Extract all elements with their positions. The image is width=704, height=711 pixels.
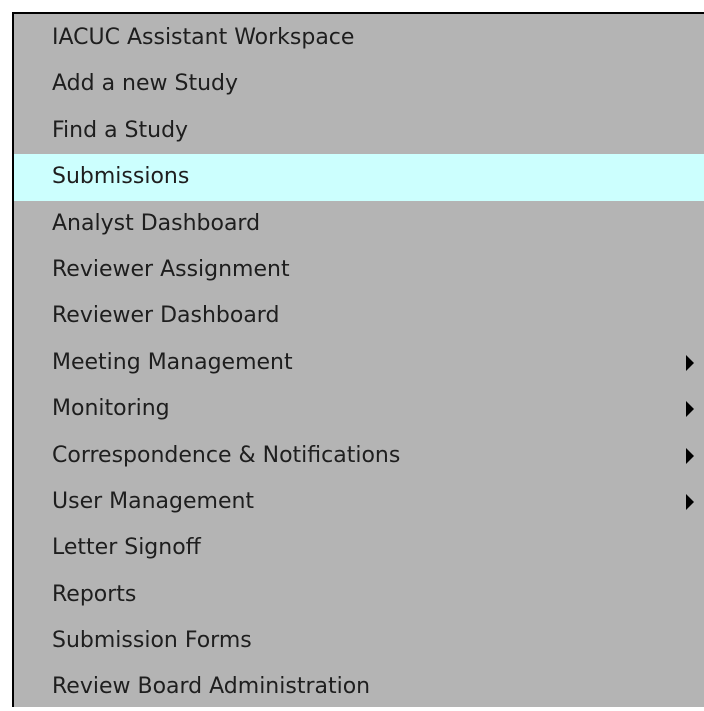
menu-item-label: Analyst Dashboard (52, 210, 261, 236)
menu-item-iacuc-assistant-workspace[interactable]: IACUC Assistant Workspace (14, 15, 704, 61)
menu-item-analyst-dashboard[interactable]: Analyst Dashboard (14, 201, 704, 247)
menu-item-add-new-study[interactable]: Add a new Study (14, 61, 704, 107)
menu-item-label: Meeting Management (52, 349, 293, 375)
menu-item-reviewer-dashboard[interactable]: Reviewer Dashboard (14, 293, 704, 339)
menu-item-reviewer-assignment[interactable]: Reviewer Assignment (14, 247, 704, 293)
menu-item-submission-forms[interactable]: Submission Forms (14, 618, 704, 664)
navigation-menu: IACUC Assistant Workspace Add a new Stud… (12, 12, 704, 707)
menu-item-submissions[interactable]: Submissions (14, 154, 704, 201)
menu-item-label: Letter Signoff (52, 535, 201, 561)
submenu-arrow-icon (686, 494, 694, 511)
menu-item-letter-signoff[interactable]: Letter Signoff (14, 525, 704, 571)
menu-item-label: User Management (52, 488, 255, 514)
menu-item-label: Find a Study (52, 117, 189, 143)
submenu-arrow-icon (686, 354, 694, 371)
menu-item-label: Correspondence & Notifications (52, 442, 401, 468)
submenu-arrow-icon (686, 447, 694, 464)
menu-item-reports[interactable]: Reports (14, 572, 704, 618)
menu-item-label: Monitoring (52, 396, 170, 422)
menu-item-label: Add a new Study (52, 71, 239, 97)
menu-item-label: Review Board Administration (52, 674, 371, 700)
menu-item-label: Reviewer Dashboard (52, 303, 280, 329)
menu-item-label: IACUC Assistant Workspace (52, 25, 355, 50)
menu-item-find-study[interactable]: Find a Study (14, 108, 704, 154)
menu-item-monitoring[interactable]: Monitoring (14, 386, 704, 432)
menu-item-label: Reports (52, 581, 137, 607)
submenu-arrow-icon (686, 401, 694, 418)
menu-item-user-management[interactable]: User Management (14, 479, 704, 525)
menu-item-label: Submissions (52, 164, 190, 190)
menu-list: IACUC Assistant Workspace Add a new Stud… (14, 14, 704, 711)
menu-item-label: Submission Forms (52, 628, 252, 654)
menu-item-meeting-management[interactable]: Meeting Management (14, 340, 704, 386)
menu-item-review-board-administration[interactable]: Review Board Administration (14, 664, 704, 710)
menu-item-correspondence-notifications[interactable]: Correspondence & Notifications (14, 433, 704, 479)
menu-item-label: Reviewer Assignment (52, 256, 290, 282)
